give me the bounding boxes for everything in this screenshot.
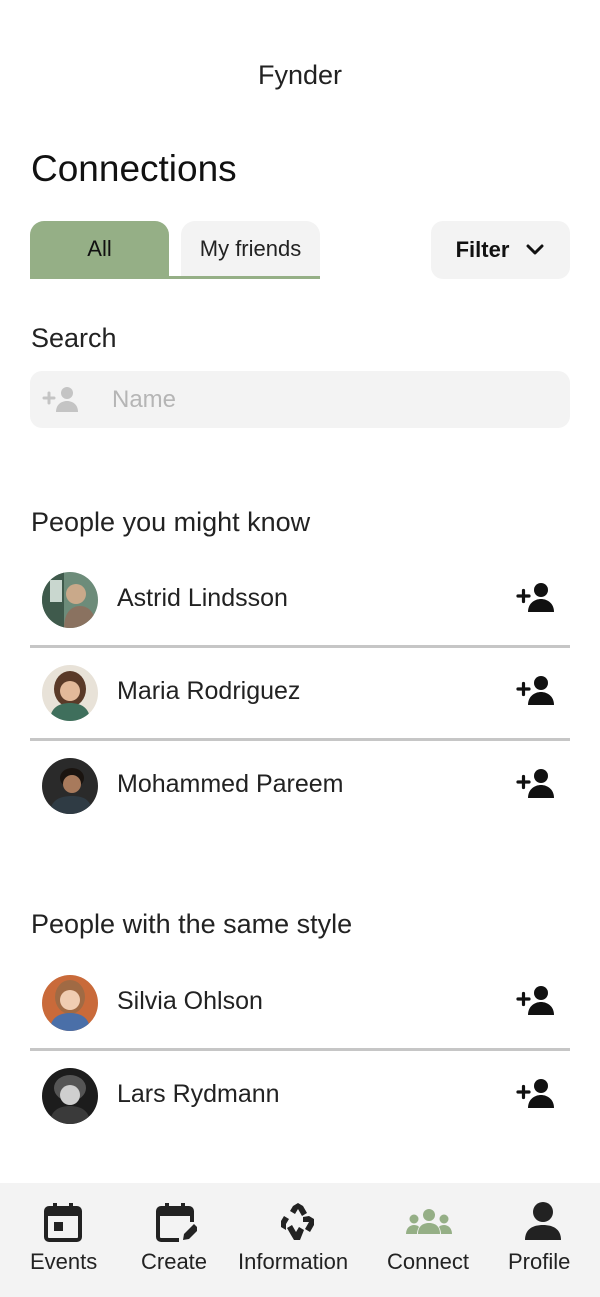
list-item[interactable]: Mohammed Pareem	[30, 741, 570, 834]
add-friend-icon[interactable]	[516, 581, 554, 613]
nav-item-profile[interactable]: Profile	[485, 1183, 600, 1297]
search-box	[30, 371, 570, 428]
add-friend-icon[interactable]	[516, 1077, 554, 1109]
avatar	[42, 665, 98, 721]
person-name: Astrid Lindsson	[117, 584, 288, 612]
person-name: Lars Rydmann	[117, 1080, 280, 1108]
avatar	[42, 975, 98, 1031]
nav-item-connect[interactable]: Connect	[370, 1183, 485, 1297]
person-name: Maria Rodriguez	[117, 677, 301, 705]
person-name: Silvia Ohlson	[117, 987, 263, 1015]
add-friend-icon[interactable]	[516, 674, 554, 706]
page-title: Connections	[31, 148, 237, 189]
nav-label: Profile	[508, 1249, 571, 1274]
avatar	[42, 758, 98, 814]
search-label: Search	[31, 323, 117, 353]
nav-label: Events	[30, 1249, 98, 1274]
nav-item-events[interactable]: Events	[0, 1183, 125, 1297]
recycle-icon	[281, 1203, 314, 1240]
nav-label: Information	[238, 1249, 349, 1274]
nav-item-information[interactable]: Information	[225, 1183, 370, 1297]
might-know-list: Astrid Lindsson Maria Rodriguez Mohammed…	[30, 555, 570, 834]
add-person-icon	[42, 387, 78, 412]
list-item[interactable]: Silvia Ohlson	[30, 958, 570, 1051]
list-item[interactable]: Lars Rydmann	[30, 1051, 570, 1144]
filter-label: Filter	[455, 237, 510, 262]
avatar	[42, 1068, 98, 1124]
calendar-edit-icon	[156, 1203, 197, 1242]
nav-label: Connect	[387, 1249, 469, 1274]
same-style-list: Silvia Ohlson Lars Rydmann	[30, 958, 570, 1144]
connection-tabs: All My friends	[30, 221, 320, 279]
tab-my-friends[interactable]: My friends	[181, 221, 320, 277]
calendar-icon	[44, 1203, 82, 1242]
person-icon	[525, 1202, 561, 1240]
section-title-might-know: People you might know	[31, 507, 311, 537]
bottom-nav: Events Create Information Connect Profil…	[0, 1183, 600, 1297]
person-name: Mohammed Pareem	[117, 770, 344, 798]
search-input[interactable]	[112, 371, 552, 428]
nav-item-create[interactable]: Create	[125, 1183, 225, 1297]
nav-label: Create	[141, 1249, 208, 1274]
list-item[interactable]: Astrid Lindsson	[30, 555, 570, 648]
section-title-same-style: People with the same style	[31, 909, 353, 939]
tab-underline	[30, 276, 320, 279]
group-icon	[406, 1209, 452, 1234]
list-item[interactable]: Maria Rodriguez	[30, 648, 570, 741]
tab-all[interactable]: All	[30, 221, 169, 277]
add-friend-icon[interactable]	[516, 767, 554, 799]
add-friend-icon[interactable]	[516, 984, 554, 1016]
app-title: Fynder	[257, 60, 343, 90]
avatar	[42, 572, 98, 628]
chevron-down-icon	[526, 244, 544, 255]
filter-button[interactable]: Filter	[431, 221, 570, 279]
